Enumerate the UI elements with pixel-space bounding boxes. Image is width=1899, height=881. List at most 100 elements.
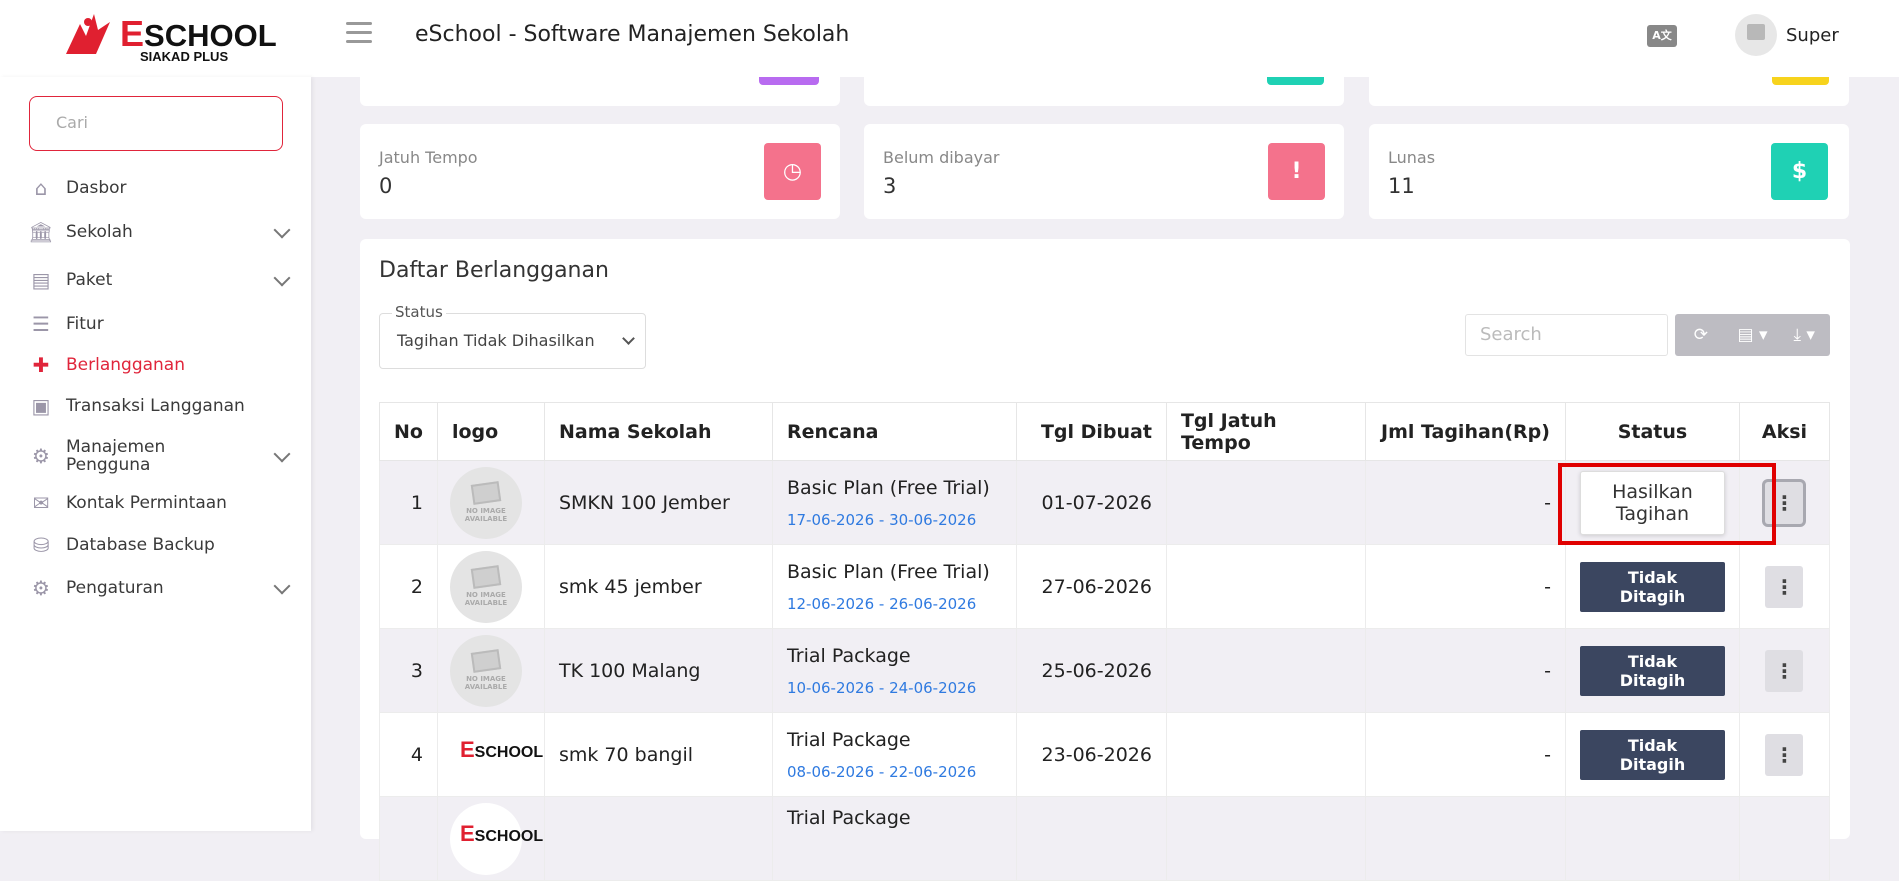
row-aksi: ⋮: [1738, 628, 1831, 713]
columns-toggle-button[interactable]: ▤ ▾: [1727, 325, 1779, 345]
table-search-input[interactable]: Search: [1465, 314, 1668, 356]
puzzle-icon: ✚: [32, 353, 50, 377]
col-header-jml-tagihan[interactable]: Jml Tagihan(Rp): [1364, 402, 1566, 461]
users-cog-icon: ⚙: [32, 444, 50, 468]
stat-card-jatuh-tempo: Jatuh Tempo 0 ◷: [360, 124, 840, 219]
list-icon: ☰: [32, 312, 50, 336]
stat-icon-partial: [1772, 77, 1829, 85]
row-aksi: [1738, 796, 1831, 881]
subscription-panel: Daftar Berlangganan Status Tagihan Tidak…: [360, 239, 1850, 881]
row-rencana: Trial Package 08-06-2026 - 22-06-2026: [771, 712, 1017, 797]
sidebar: Cari ⌂ Dasbor 🏛 Sekolah ▤ Paket ☰ Fitur …: [0, 77, 311, 831]
user-name[interactable]: Super: [1786, 25, 1839, 46]
stat-value: 3: [883, 174, 897, 198]
row-rencana: Basic Plan (Free Trial) 17-06-2026 - 30-…: [771, 460, 1017, 545]
row-actions-menu-button[interactable]: ⋮: [1765, 649, 1804, 692]
stat-card-belum-dibayar: Belum dibayar 3 !: [864, 124, 1344, 219]
col-header-tgl-jatuh-tempo[interactable]: Tgl Jatuh Tempo: [1165, 402, 1366, 461]
status-select[interactable]: Status Tagihan Tidak Dihasilkan: [379, 303, 646, 369]
status-select-label: Status: [392, 303, 446, 321]
row-jml-tagihan: [1364, 796, 1566, 881]
sidebar-item-dasbor[interactable]: ⌂ Dasbor: [28, 177, 288, 199]
row-nama-sekolah: SMKN 100 Jember: [543, 460, 773, 545]
money-icon: ▣: [31, 394, 51, 418]
col-header-nama-sekolah[interactable]: Nama Sekolah: [543, 402, 773, 461]
row-status: [1564, 796, 1740, 881]
table-row: 3 NO IMAGE AVAILABLE TK 100 Malang Trial…: [379, 628, 1831, 713]
chevron-down-icon: [622, 332, 635, 345]
row-actions-menu-button[interactable]: ⋮: [1765, 481, 1804, 524]
row-tgl-jatuh-tempo: [1165, 460, 1366, 545]
chevron-down-icon: [273, 577, 291, 595]
generate-bill-button[interactable]: Hasilkan Tagihan: [1579, 470, 1725, 535]
sidebar-item-database-backup[interactable]: ⛁ Database Backup: [28, 534, 288, 556]
row-status: Tidak Ditagih: [1564, 628, 1740, 713]
chevron-down-icon: [273, 269, 291, 287]
row-rencana: Trial Package 10-06-2026 - 24-06-2026: [771, 628, 1017, 713]
row-aksi: ⋮: [1738, 712, 1831, 797]
table-row: 4 ESCHOOL smk 70 bangil Trial Package 08…: [379, 712, 1831, 797]
row-tgl-jatuh-tempo: [1165, 796, 1366, 881]
stat-card-partial: [864, 77, 1344, 106]
col-header-aksi: Aksi: [1738, 402, 1831, 461]
avatar[interactable]: [1735, 14, 1777, 56]
row-aksi: ⋮: [1738, 544, 1831, 629]
school-logo-image: NO IMAGE AVAILABLE: [449, 466, 522, 539]
col-header-status[interactable]: Status: [1564, 402, 1740, 461]
row-tgl-jatuh-tempo: [1165, 712, 1366, 797]
school-logo-image: NO IMAGE AVAILABLE: [449, 550, 522, 623]
sidebar-item-label: Sekolah: [66, 222, 133, 242]
sidebar-item-fitur[interactable]: ☰ Fitur: [28, 313, 288, 335]
app-title: eSchool - Software Manajemen Sekolah: [415, 22, 850, 47]
sidebar-item-kontak-permintaan[interactable]: ✉ Kontak Permintaan: [28, 492, 288, 514]
bank-icon: 🏛: [28, 220, 54, 244]
school-logo-image: ESCHOOL: [449, 802, 543, 875]
sidebar-item-label: Berlangganan: [66, 355, 185, 375]
sidebar-item-pengaturan[interactable]: ⚙ Pengaturan: [28, 577, 291, 599]
table-row: ESCHOOL Trial Package: [379, 796, 1831, 881]
sidebar-item-paket[interactable]: ▤ Paket: [28, 269, 291, 291]
col-header-tgl-dibuat[interactable]: Tgl Dibuat: [1015, 402, 1167, 461]
app-logo[interactable]: ESCHOOL SIAKAD PLUS: [58, 10, 277, 64]
school-logo-image: NO IMAGE AVAILABLE: [449, 634, 522, 707]
top-header: ESCHOOL SIAKAD PLUS eSchool - Software M…: [0, 0, 1899, 77]
sidebar-item-transaksi-langganan[interactable]: ▣ Transaksi Langganan: [28, 395, 288, 417]
sidebar-search-input[interactable]: Cari: [29, 96, 283, 151]
row-logo: NO IMAGE AVAILABLE: [436, 628, 545, 713]
clock-icon: ◷: [764, 143, 821, 200]
row-tgl-dibuat: 01-07-2026: [1015, 460, 1167, 545]
row-jml-tagihan: -: [1364, 712, 1566, 797]
row-nama-sekolah: smk 45 jember: [543, 544, 773, 629]
col-header-rencana[interactable]: Rencana: [771, 402, 1017, 461]
refresh-button[interactable]: ⟳: [1675, 325, 1727, 345]
status-badge: Tidak Ditagih: [1579, 645, 1725, 696]
row-status: Tidak Ditagih: [1564, 544, 1740, 629]
stat-label: Jatuh Tempo: [379, 148, 478, 167]
alert-icon: !: [1268, 143, 1325, 200]
row-no: [379, 796, 438, 881]
row-actions-menu-button[interactable]: ⋮: [1765, 565, 1804, 608]
menu-toggle-button[interactable]: [346, 22, 372, 44]
col-header-logo[interactable]: logo: [436, 402, 545, 461]
row-aksi: ⋮: [1738, 460, 1831, 545]
col-header-no[interactable]: No: [379, 402, 438, 461]
row-status: Tidak Ditagih: [1564, 712, 1740, 797]
logo-subtitle: SIAKAD PLUS: [140, 49, 229, 64]
row-nama-sekolah: smk 70 bangil: [543, 712, 773, 797]
sidebar-item-manajemen-pengguna[interactable]: ⚙ Manajemen Pengguna: [28, 438, 291, 474]
stat-label: Lunas: [1388, 148, 1436, 167]
sidebar-item-berlangganan[interactable]: ✚ Berlangganan: [28, 354, 288, 376]
sidebar-item-sekolah[interactable]: 🏛 Sekolah: [28, 220, 291, 244]
panel-title: Daftar Berlangganan: [379, 258, 609, 283]
language-icon[interactable]: A文: [1647, 25, 1677, 47]
stat-card-partial: [1369, 77, 1849, 106]
row-nama-sekolah: TK 100 Malang: [543, 628, 773, 713]
chevron-down-icon: [273, 221, 291, 239]
table-row: 1 NO IMAGE AVAILABLE SMKN 100 Jember Bas…: [379, 460, 1831, 545]
export-button[interactable]: ⤓ ▾: [1778, 325, 1830, 345]
row-actions-menu-button[interactable]: ⋮: [1765, 733, 1804, 776]
table-header-row: No logo Nama Sekolah Rencana Tgl Dibuat …: [379, 402, 1831, 461]
row-status: Hasilkan Tagihan: [1564, 460, 1740, 545]
row-jml-tagihan: -: [1364, 460, 1566, 545]
row-no: 1: [379, 460, 438, 545]
